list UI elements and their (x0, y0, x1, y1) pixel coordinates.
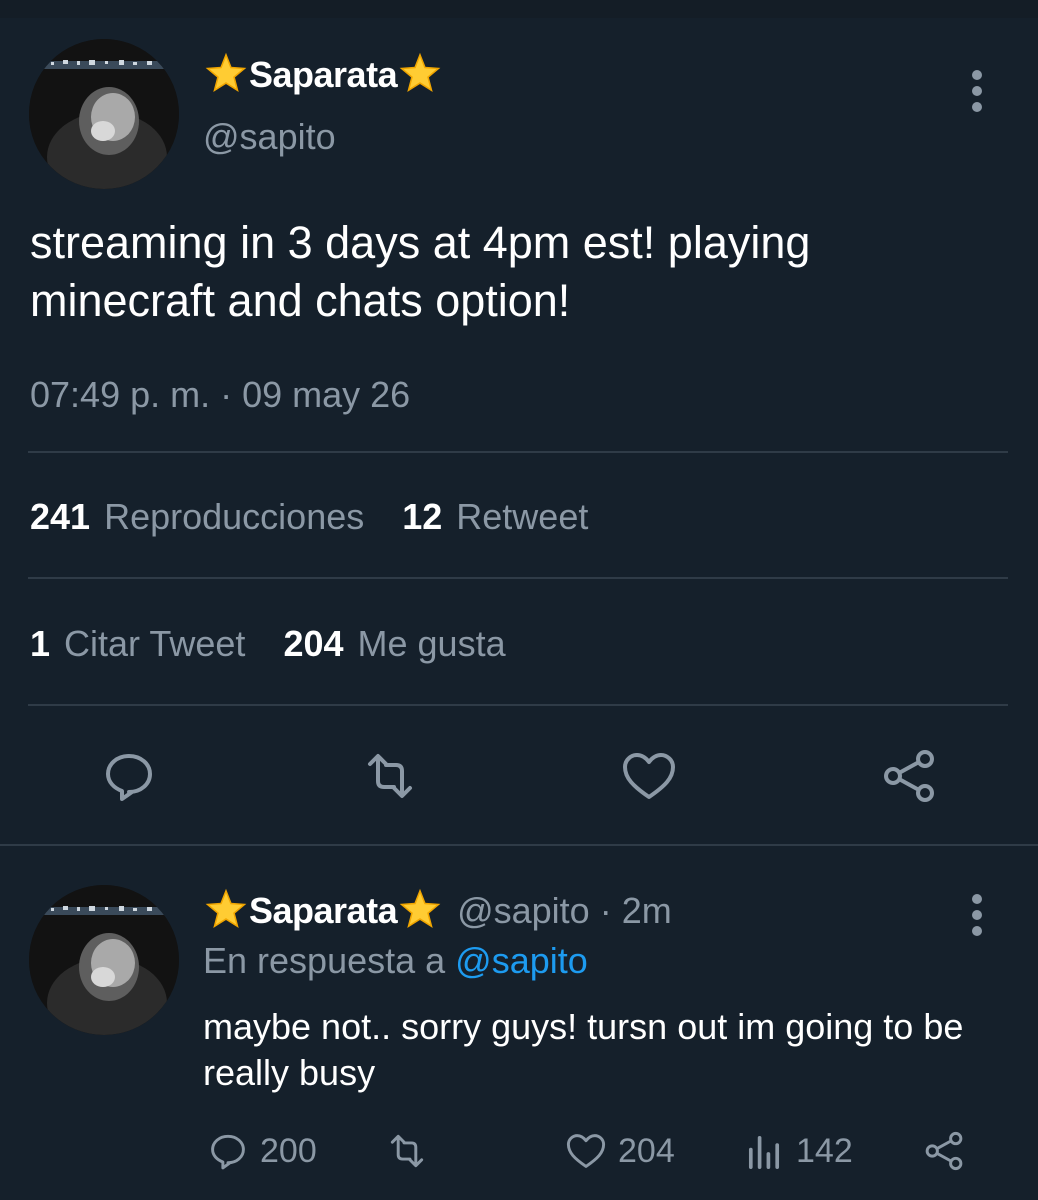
reply-handle-time: @sapito · 2m (457, 890, 672, 931)
like-button[interactable] (619, 746, 679, 806)
author-display-name: Saparata (249, 54, 398, 95)
like-icon (566, 1134, 606, 1168)
like-count: 204 (618, 1131, 675, 1170)
retweets-stat[interactable]: 12 Retweet (402, 496, 588, 538)
author-handle[interactable]: @sapito (203, 116, 336, 158)
divider (28, 451, 1008, 453)
quotes-stat[interactable]: 1 Citar Tweet (30, 623, 245, 665)
reply-like-button[interactable]: 204 (564, 1128, 675, 1174)
in-reply-to-link[interactable]: @sapito (455, 940, 588, 981)
avatar-image (29, 39, 179, 189)
reply-button[interactable] (99, 746, 159, 806)
status-strip (0, 0, 1038, 18)
more-icon (972, 70, 982, 80)
reply-text: maybe not.. sorry guys! tursn out im goi… (203, 1006, 964, 1093)
share-button[interactable] (879, 746, 939, 806)
avatar[interactable] (29, 39, 179, 189)
star-emoji-icon (205, 52, 247, 93)
stats-row-2: 1 Citar Tweet 204 Me gusta (30, 623, 544, 665)
share-icon (884, 750, 934, 802)
tweet-timestamp[interactable]: 07:49 p. m. · 09 may 26 (30, 374, 410, 416)
divider (28, 577, 1008, 579)
reply-share-button[interactable] (922, 1128, 976, 1174)
tweet-text: streaming in 3 days at 4pm est! playing … (30, 217, 811, 326)
retweet-icon (390, 1134, 424, 1168)
reply-icon (211, 1134, 245, 1170)
views-stat[interactable]: 241 Reproducciones (30, 496, 364, 538)
reply-views-button[interactable]: 142 (742, 1128, 853, 1174)
views-count: 142 (796, 1131, 853, 1170)
like-icon (623, 753, 675, 799)
star-emoji-icon (399, 52, 441, 93)
retweet-button[interactable] (360, 746, 420, 806)
reply-author-row[interactable]: Saparata @sapito · 2m (203, 888, 672, 934)
more-icon (972, 894, 982, 904)
likes-stat[interactable]: 204 Me gusta (283, 623, 505, 665)
views-icon (748, 1135, 780, 1169)
reply-icon (106, 754, 152, 801)
divider (0, 844, 1038, 846)
more-options-button[interactable] (971, 70, 983, 112)
retweet-icon (368, 754, 412, 798)
star-emoji-icon (205, 888, 247, 929)
divider (28, 704, 1008, 706)
reply-count: 200 (260, 1131, 317, 1170)
author-name-row[interactable]: Saparata (203, 52, 443, 98)
in-reply-to: En respuesta a @sapito (203, 940, 588, 981)
share-icon (925, 1131, 963, 1171)
avatar-image (29, 885, 179, 1035)
reply-display-name: Saparata (249, 890, 398, 931)
reply-retweet-button[interactable] (385, 1128, 439, 1174)
reply-avatar[interactable] (29, 885, 179, 1035)
star-emoji-icon (399, 888, 441, 929)
stats-row-1: 241 Reproducciones 12 Retweet (30, 496, 626, 538)
reply-reply-button[interactable]: 200 (206, 1128, 317, 1174)
reply-more-options-button[interactable] (971, 894, 983, 936)
